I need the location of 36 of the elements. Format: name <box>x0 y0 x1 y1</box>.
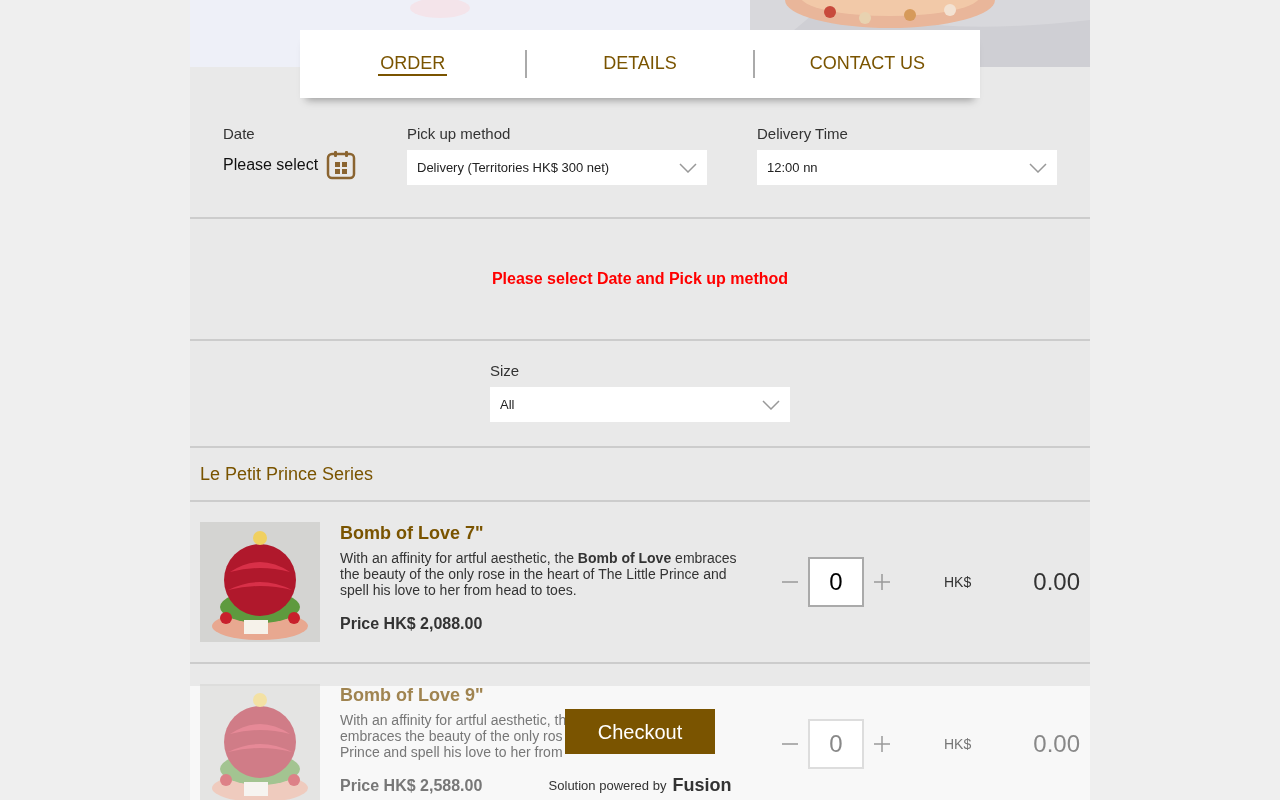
size-select[interactable]: All <box>490 387 790 422</box>
quantity-field[interactable]: 0 <box>808 557 864 607</box>
date-picker-link[interactable]: Please select <box>223 153 319 177</box>
section-title: Le Petit Prince Series <box>200 462 374 486</box>
field-label: Delivery Time <box>757 124 849 144</box>
warning-message: Please select Date and Pick up method <box>190 219 1090 341</box>
checkout-button[interactable]: Checkout <box>565 709 715 754</box>
chevron-down-icon <box>679 162 697 173</box>
quantity-field[interactable]: 0 <box>808 719 864 769</box>
description-line: With an affinity for artful aesthetic, th <box>340 712 567 728</box>
plus-button[interactable] <box>872 572 892 592</box>
product-description: With an affinity for artful aesthetic, the Bomb of Love embraces the beauty of the only rose in the heart of The Little Prince and spell his love to her from head to toes. <box>340 550 738 598</box>
calendar-icon[interactable] <box>326 150 357 180</box>
chevron-down-icon <box>1029 162 1047 173</box>
field-label: Pick up method <box>407 124 512 144</box>
product-price: Price HK$ 2,088.00 <box>340 614 483 634</box>
description-line: embraces the beauty of the only ros <box>340 728 563 744</box>
tab[interactable]: CONTACT US <box>807 52 927 76</box>
tab[interactable]: ORDER <box>378 52 448 76</box>
plus-button[interactable] <box>872 734 892 754</box>
chevron-down-icon <box>762 399 780 410</box>
product-price: Price HK$ 2,588.00 <box>340 776 483 796</box>
delivery-time-select[interactable]: 12:00 nn <box>757 150 1057 185</box>
currency-label: HK$ <box>944 734 972 754</box>
field-label: Size <box>490 361 521 381</box>
pickup-method-select[interactable]: Delivery (Territories HK$ 300 net) <box>407 150 707 185</box>
powered-by-text: Solution powered by <box>548 776 667 795</box>
description-line: Prince and spell his love to her from <box>340 744 563 760</box>
field-label: Date <box>223 124 256 144</box>
product-name: Bomb of Love 9" <box>340 684 484 706</box>
line-total: 0.00 <box>1033 729 1080 759</box>
brand-logo: Fusion <box>672 774 732 797</box>
product-name: Bomb of Love 7" <box>340 522 484 544</box>
currency-label: HK$ <box>944 572 972 592</box>
line-total: 0.00 <box>1033 567 1080 597</box>
tab[interactable]: DETAILS <box>601 52 679 76</box>
